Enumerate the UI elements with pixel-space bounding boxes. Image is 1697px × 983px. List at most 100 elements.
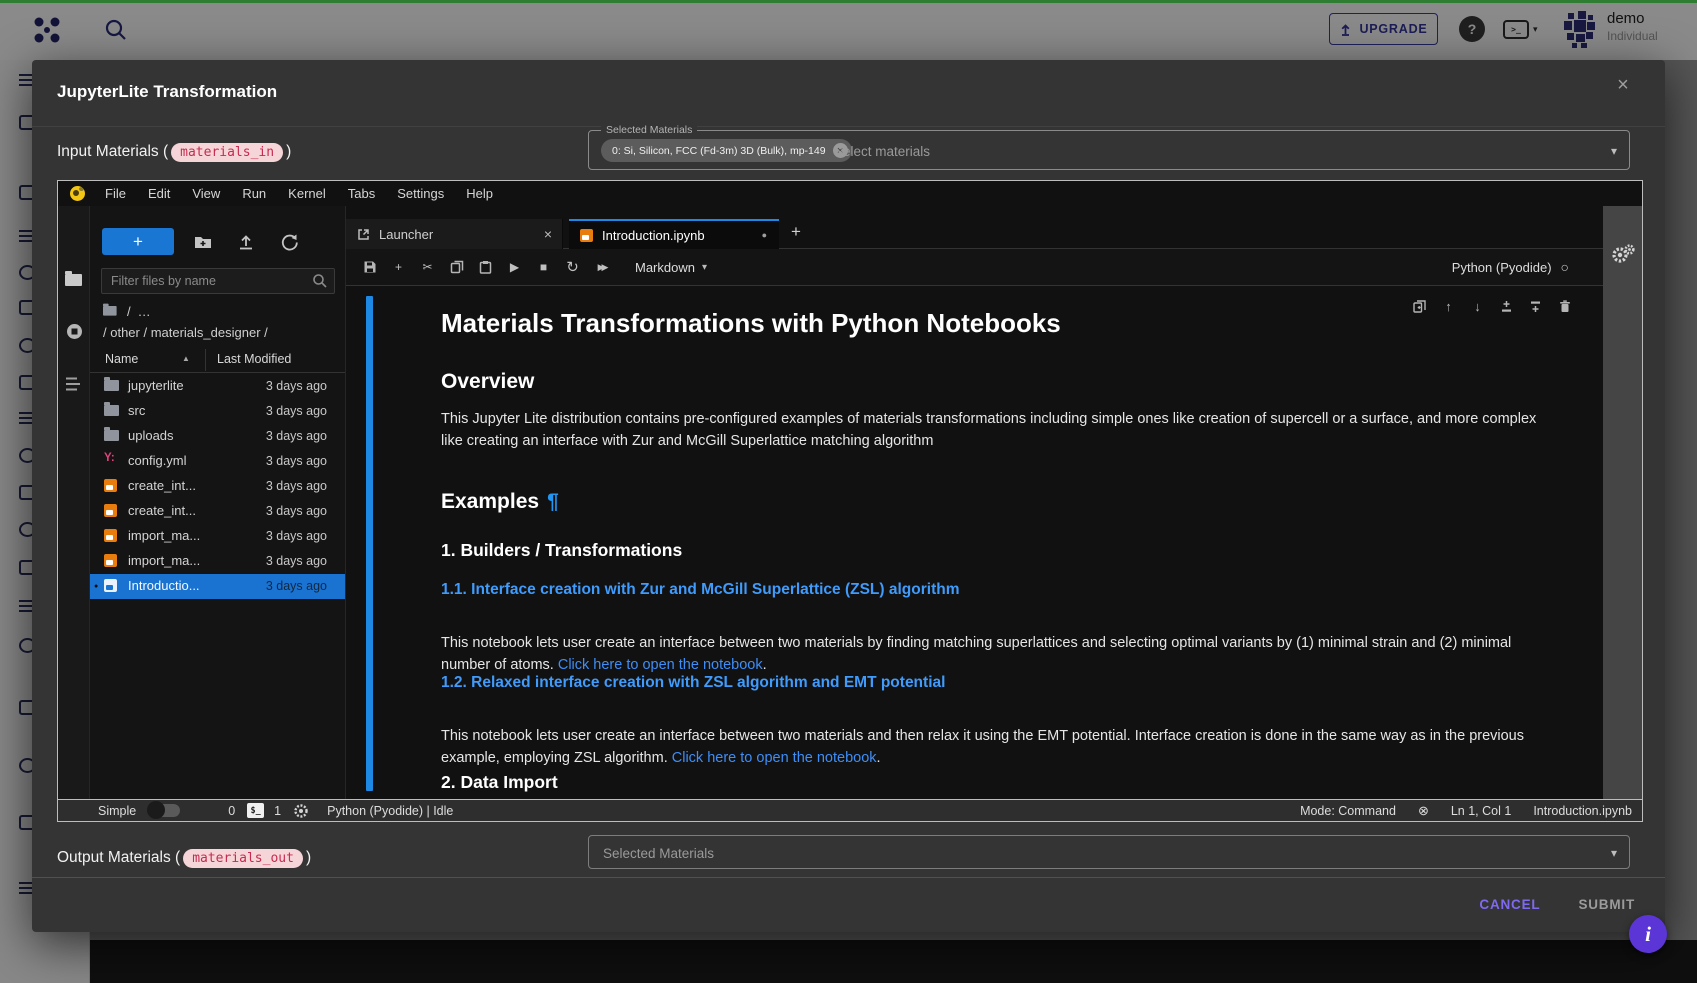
- file-modified: 3 days ago: [266, 529, 327, 543]
- statusbar-filename: Introduction.ipynb: [1533, 804, 1632, 818]
- breadcrumb[interactable]: / …: [103, 304, 151, 319]
- file-icon: [104, 405, 119, 416]
- cell-type-dropdown[interactable]: Markdown ▾: [635, 260, 707, 275]
- new-folder-icon[interactable]: [193, 232, 213, 252]
- submit-button[interactable]: SUBMIT: [1578, 897, 1635, 912]
- file-row-selected[interactable]: ● Introductio... 3 days ago: [90, 574, 345, 599]
- running-sessions-tab[interactable]: [65, 322, 84, 341]
- file-icon: [104, 430, 119, 441]
- refresh-icon[interactable]: [280, 232, 300, 252]
- file-icon: [104, 529, 117, 542]
- menu-help[interactable]: Help: [455, 186, 504, 201]
- column-last-modified[interactable]: Last Modified: [217, 352, 291, 366]
- simple-mode-toggle[interactable]: [148, 804, 180, 817]
- column-name[interactable]: Name: [105, 352, 138, 366]
- terminal-badge-icon: $_: [247, 803, 264, 818]
- new-launcher-button[interactable]: +: [102, 228, 174, 255]
- file-row[interactable]: import_ma... 3 days ago: [90, 549, 345, 574]
- notifications-icon[interactable]: ⊗: [1418, 803, 1429, 819]
- open-notebook-link[interactable]: Click here to open the notebook: [672, 750, 877, 766]
- menu-tabs[interactable]: Tabs: [337, 186, 386, 201]
- file-name: import_ma...: [128, 528, 200, 543]
- launcher-icon: [357, 228, 370, 241]
- property-inspector-gears-icon[interactable]: [1611, 244, 1635, 266]
- notebook-panel: Launcher × Introduction.ipynb ● + + ✂: [346, 206, 1603, 799]
- menu-run[interactable]: Run: [231, 186, 277, 201]
- kernel-picker[interactable]: Python (Pyodide) ○: [1452, 259, 1569, 275]
- close-icon[interactable]: ×: [1610, 72, 1636, 98]
- output-select-placeholder: Selected Materials: [603, 836, 714, 870]
- unsaved-dot-icon[interactable]: ●: [762, 230, 767, 240]
- menu-file[interactable]: File: [94, 186, 137, 201]
- file-name: src: [128, 403, 145, 418]
- file-row[interactable]: jupyterlite 3 days ago: [90, 374, 345, 399]
- menu-kernel[interactable]: Kernel: [277, 186, 337, 201]
- filter-files-input[interactable]: [101, 268, 335, 294]
- select-placeholder: Select materials: [834, 131, 930, 171]
- file-browser-tab[interactable]: [65, 274, 82, 286]
- breadcrumb-ellipsis[interactable]: …: [138, 304, 151, 319]
- run-cell-icon[interactable]: ▶: [507, 260, 522, 275]
- notebook-content: ↑ ↓ Materials Transformations with Pytho…: [346, 286, 1603, 799]
- restart-kernel-icon[interactable]: ↻: [565, 260, 580, 275]
- file-icon: [104, 380, 119, 391]
- file-row[interactable]: uploads 3 days ago: [90, 424, 345, 449]
- input-materials-label: Input Materials (materials_in): [57, 134, 291, 170]
- menu-settings[interactable]: Settings: [386, 186, 455, 201]
- relaxed-zsl-paragraph: This notebook lets user create an interf…: [441, 703, 1576, 769]
- chevron-down-icon[interactable]: ▾: [1611, 836, 1617, 870]
- zsl-heading-link[interactable]: 1.1. Interface creation with Zur and McG…: [441, 581, 959, 599]
- paste-cells-icon[interactable]: [478, 260, 493, 275]
- file-row[interactable]: config.yml 3 days ago: [90, 449, 345, 474]
- anchor-pilcrow-icon[interactable]: ¶: [547, 490, 559, 513]
- tab-label: Introduction.ipynb: [602, 228, 705, 243]
- file-row[interactable]: import_ma... 3 days ago: [90, 524, 345, 549]
- kernel-status-text[interactable]: Python (Pyodide) | Idle: [327, 804, 453, 818]
- breadcrumb-path[interactable]: / other / materials_designer /: [103, 325, 268, 340]
- chevron-down-icon[interactable]: ▾: [1611, 131, 1617, 171]
- unsaved-dot-icon: ●: [94, 583, 98, 590]
- relaxed-zsl-heading-link[interactable]: 1.2. Relaxed interface creation with ZSL…: [441, 674, 945, 692]
- upload-icon[interactable]: [236, 232, 256, 252]
- output-materials-label: Output Materials (materials_out): [57, 840, 311, 876]
- tab-introduction-notebook[interactable]: Introduction.ipynb ●: [569, 219, 779, 249]
- info-fab-button[interactable]: i: [1629, 915, 1667, 953]
- kernels-count: 1: [274, 804, 281, 818]
- folder-icon: [103, 306, 117, 316]
- tab-bar: Launcher × Introduction.ipynb ● +: [346, 206, 1603, 249]
- file-modified: 3 days ago: [266, 404, 327, 418]
- material-chip[interactable]: 0: Si, Silicon, FCC (Fd-3m) 3D (Bulk), m…: [601, 139, 852, 162]
- table-of-contents-tab[interactable]: [65, 376, 83, 392]
- kernel-chip-icon: [293, 803, 309, 819]
- file-row[interactable]: src 3 days ago: [90, 399, 345, 424]
- save-icon[interactable]: [362, 260, 377, 275]
- cut-cells-icon[interactable]: ✂: [420, 260, 435, 275]
- cancel-button[interactable]: CANCEL: [1479, 897, 1540, 912]
- insert-cell-icon[interactable]: +: [391, 260, 406, 275]
- active-cell-indicator[interactable]: [366, 296, 373, 791]
- overview-paragraph: This Jupyter Lite distribution contains …: [441, 408, 1576, 452]
- close-icon[interactable]: ×: [544, 226, 552, 242]
- file-name: create_int...: [128, 478, 196, 493]
- open-notebook-link[interactable]: Click here to open the notebook: [558, 657, 763, 673]
- menu-view[interactable]: View: [181, 186, 231, 201]
- file-icon: [104, 479, 117, 492]
- menu-edit[interactable]: Edit: [137, 186, 181, 201]
- cursor-position[interactable]: Ln 1, Col 1: [1451, 804, 1511, 818]
- file-icon: [104, 579, 117, 592]
- new-tab-button[interactable]: +: [791, 222, 801, 242]
- input-materials-select[interactable]: Selected Materials 0: Si, Silicon, FCC (…: [588, 130, 1630, 170]
- jupyter-right-rail: [1603, 206, 1642, 799]
- file-name: create_int...: [128, 503, 196, 518]
- file-row[interactable]: create_int... 3 days ago: [90, 474, 345, 499]
- file-modified: 3 days ago: [266, 454, 327, 468]
- sort-asc-icon[interactable]: ▲: [182, 354, 190, 363]
- copy-cells-icon[interactable]: [449, 260, 464, 275]
- file-modified: 3 days ago: [266, 579, 327, 593]
- file-row[interactable]: create_int... 3 days ago: [90, 499, 345, 524]
- output-materials-select[interactable]: Selected Materials ▾: [588, 835, 1630, 869]
- restart-run-all-icon[interactable]: ▶▶: [594, 260, 609, 275]
- top-progress-line: [0, 0, 1697, 3]
- stop-kernel-icon[interactable]: ■: [536, 260, 551, 275]
- tab-launcher[interactable]: Launcher ×: [346, 219, 563, 249]
